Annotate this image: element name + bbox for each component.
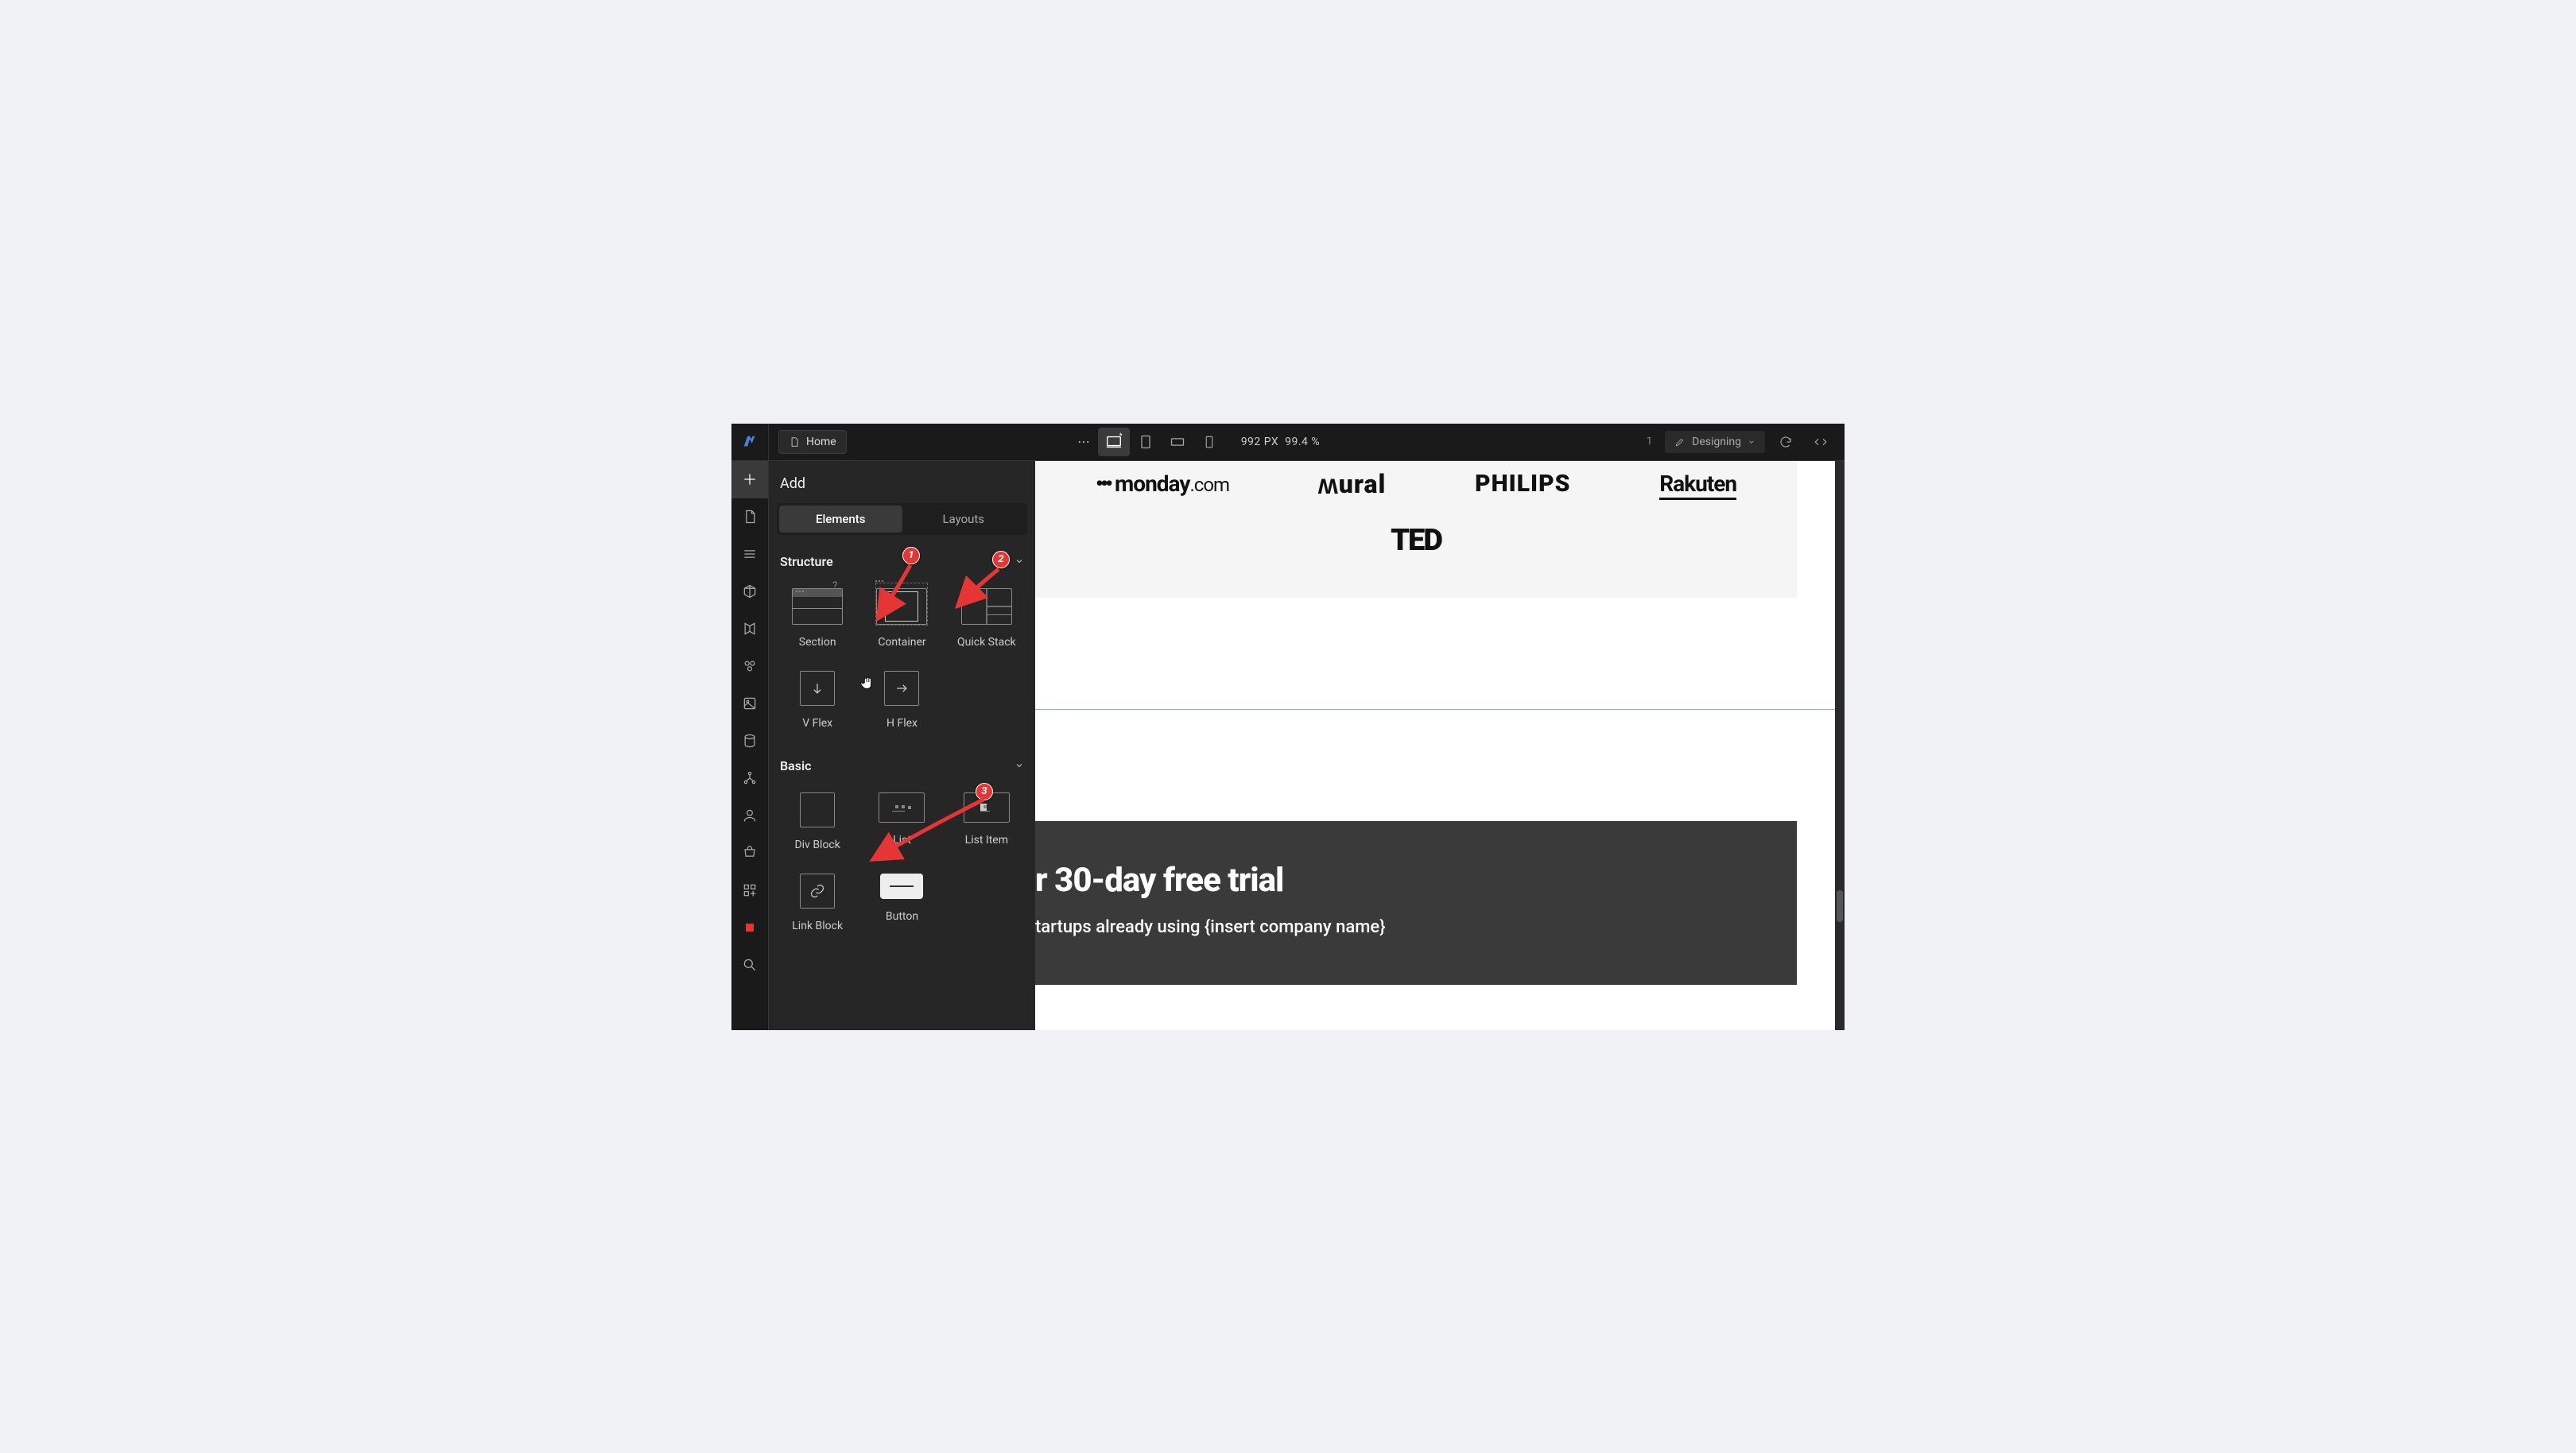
navigator-tool[interactable] (731, 536, 768, 573)
section-divider (1035, 709, 1845, 710)
users-tool[interactable] (731, 797, 768, 835)
landscape-breakpoint[interactable] (1162, 428, 1193, 456)
search-tool[interactable] (731, 947, 768, 984)
element-button[interactable]: Button (861, 862, 942, 940)
cta-section: r 30-day free trial tartups already usin… (1035, 821, 1797, 985)
element-quick-stack[interactable]: Quick Stack (946, 577, 1027, 657)
logo-mural: ʍural (1318, 469, 1386, 499)
add-panel: Add Elements Layouts Structure ? Section… (769, 461, 1035, 1030)
top-bar: Home * 992 PX 99.4 % 1 Designing (769, 424, 1845, 461)
logo-monday: ••• monday.com (1096, 471, 1229, 497)
logo-philips: PHILIPS (1475, 470, 1570, 498)
audit-tool[interactable] (731, 909, 768, 947)
tab-elements[interactable]: Elements (779, 506, 902, 533)
components-tool[interactable] (731, 573, 768, 610)
desktop-breakpoint[interactable]: * (1098, 428, 1130, 456)
element-list-item[interactable]: List Item (946, 781, 1027, 859)
app-frame: Home * 992 PX 99.4 % 1 Designing (731, 424, 1845, 1030)
basic-section-header[interactable]: Basic (777, 754, 1027, 781)
element-section[interactable]: ? Section (777, 577, 858, 657)
cta-title: r 30-day free trial (1035, 861, 1749, 900)
left-rail (731, 424, 769, 1030)
ecommerce-tool[interactable] (731, 835, 768, 872)
add-tool[interactable] (731, 461, 768, 498)
panel-title: Add (777, 469, 1027, 503)
cta-subtitle: tartups already using {insert company na… (1035, 917, 1749, 937)
element-list[interactable]: List (861, 781, 942, 859)
logo-rakuten: Rakuten (1659, 471, 1736, 497)
pages-tool[interactable] (731, 498, 768, 536)
element-div-block[interactable]: Div Block (777, 781, 858, 859)
sync-button[interactable] (1771, 428, 1800, 456)
element-container[interactable]: Container (861, 577, 942, 657)
element-v-flex[interactable]: V Flex (777, 660, 858, 738)
mobile-breakpoint[interactable] (1193, 428, 1225, 456)
tablet-breakpoint[interactable] (1130, 428, 1162, 456)
code-export-button[interactable] (1806, 428, 1835, 456)
page-label: Home (806, 436, 836, 448)
chevron-down-icon (1014, 761, 1024, 770)
element-link-block[interactable]: Link Block (777, 862, 858, 940)
scrollbar[interactable] (1835, 461, 1845, 1030)
canvas[interactable]: ••• monday.com ʍural PHILIPS Rakuten TED… (1035, 461, 1845, 1030)
variables-tool[interactable] (731, 610, 768, 648)
chevron-down-icon (1014, 556, 1024, 566)
tab-layouts[interactable]: Layouts (902, 506, 1026, 533)
changes-count: 1 (1647, 436, 1652, 448)
viewport-info: 992 PX 99.4 % (1241, 436, 1320, 448)
structure-section-header[interactable]: Structure (777, 549, 1027, 577)
styles-tool[interactable] (731, 648, 768, 685)
mode-switcher[interactable]: Designing (1665, 431, 1765, 453)
cms-tool[interactable] (731, 723, 768, 760)
panel-tabs: Elements Layouts (777, 503, 1027, 535)
assets-tool[interactable] (731, 685, 768, 723)
webflow-logo[interactable] (731, 424, 768, 461)
page-selector[interactable]: Home (778, 430, 847, 454)
more-menu[interactable] (1069, 428, 1098, 456)
element-h-flex[interactable]: H Flex (861, 660, 942, 738)
logic-tool[interactable] (731, 760, 768, 797)
logos-section: ••• monday.com ʍural PHILIPS Rakuten TED (1035, 461, 1797, 598)
logo-ted: TED (1391, 523, 1441, 558)
apps-tool[interactable] (731, 872, 768, 909)
